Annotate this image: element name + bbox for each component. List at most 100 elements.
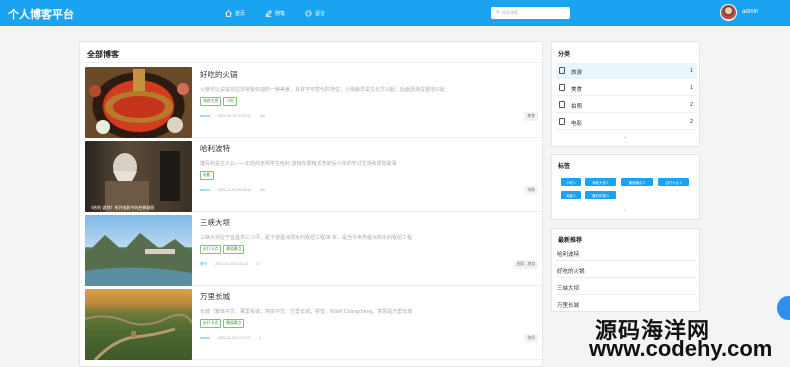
nav-home-label: 首页 — [235, 10, 246, 17]
tag-badge[interactable]: 最值最点 — [223, 245, 245, 254]
edit-icon — [265, 9, 272, 17]
recommend-title: 三峡大坝 — [557, 286, 580, 292]
category-count: 2 — [689, 119, 693, 125]
post-title[interactable]: 万里长城 — [200, 291, 230, 302]
nav-message[interactable]: 留言 — [305, 9, 326, 17]
tag-badge[interactable]: 必打卡点 — [200, 319, 222, 328]
divider — [80, 62, 542, 63]
category-name: 电影 — [571, 121, 583, 127]
post-category[interactable]: 拍照 — [524, 334, 538, 343]
category-name: 拍照 — [571, 104, 583, 110]
nav-message-label: 留言 — [315, 10, 326, 17]
recommend-item[interactable]: 万里长城 — [556, 295, 697, 312]
document-icon — [559, 118, 565, 125]
post-tags: 海底大捞 小吃 — [200, 97, 237, 106]
list-item[interactable]: 好吃的火锅 火锅可以说是现在非常受欢迎的一种美食，具有不可替代的地位，火锅最早是… — [84, 64, 542, 138]
message-icon — [305, 9, 312, 17]
post-author[interactable]: admin — [200, 188, 210, 192]
post-category[interactable]: 电影 — [524, 186, 538, 195]
nav-essay-label: 随笔 — [275, 10, 286, 17]
post-tags: 必打卡点 最值最点 — [200, 319, 245, 328]
tag-badge[interactable]: 电影 — [200, 171, 214, 180]
nav-home[interactable]: 首页 — [225, 9, 246, 17]
post-date: 2022-05-10 20:12:02 — [217, 114, 252, 118]
tag-pill[interactable]: 海底大捞 1 — [585, 178, 616, 186]
post-date: 2022-01-02 21:37:07 — [217, 336, 252, 340]
category-item[interactable]: 电影 2 — [556, 114, 697, 130]
post-meta: 吾兮 2022-01-04 14:21:21 8 — [200, 262, 259, 267]
post-author[interactable]: 吾兮 — [200, 262, 207, 267]
recommend-item[interactable]: 三峡大坝 — [556, 278, 697, 295]
recommend-title: 好吃的火锅 — [557, 269, 585, 275]
search-placeholder: 搜索博客 — [502, 10, 518, 15]
category-panel-title: 分类 — [558, 52, 571, 58]
list-item[interactable]: 《哈利·波特》系列电影中的经典剧照 哈利波特 描写的是主人公——年轻的巫师学生哈… — [84, 138, 542, 212]
post-thumbnail[interactable] — [85, 289, 192, 360]
post-title[interactable]: 三峡大坝 — [200, 217, 230, 228]
hotpot-image — [89, 69, 189, 134]
category-panel: 分类 旅游 1 美食 1 拍照 2 电影 2 ⌄ — [551, 41, 700, 147]
post-thumbnail[interactable]: 《哈利·波特》系列电影中的经典剧照 — [85, 141, 192, 212]
tag-pill[interactable]: 必打卡点 2 — [658, 178, 689, 186]
chevron-down-icon[interactable]: ⌄ — [623, 134, 629, 140]
post-date: 2022-01-04 14:21:21 — [215, 262, 249, 266]
post-author[interactable]: admin — [200, 114, 210, 118]
tag-panel-title: 标签 — [558, 164, 571, 170]
post-tags: 必打卡点 最值最点 — [200, 245, 245, 254]
post-meta: admin 2022-05-10 20:12:02 106 — [200, 114, 265, 118]
tag-badge[interactable]: 小吃 — [223, 97, 237, 106]
document-icon — [559, 67, 565, 74]
post-views: 4 — [259, 336, 262, 340]
recommend-panel-title: 最新推荐 — [558, 238, 583, 244]
post-thumbnail[interactable] — [85, 67, 192, 138]
chevron-down-icon[interactable]: ⌄ — [623, 207, 629, 213]
great-wall-image — [85, 313, 192, 360]
post-category[interactable]: 美食 — [524, 112, 538, 121]
document-icon — [559, 84, 565, 91]
post-title[interactable]: 好吃的火锅 — [200, 69, 238, 80]
avatar[interactable] — [720, 4, 737, 21]
main-nav: 首页 随笔 留言 — [225, 0, 325, 26]
category-count: 1 — [689, 85, 693, 91]
category-item[interactable]: 美食 1 — [556, 80, 697, 96]
post-summary: 长城（繁体中文：萬里長城；简体中文：万里长城；拼音：Wànlǐ Chángché… — [200, 309, 413, 315]
blog-list-panel: 全部博客 好吃的火锅 火锅可以说是现在非常受欢迎的一种美食，具有不可替代的地位，… — [79, 41, 543, 367]
category-count: 1 — [689, 68, 693, 74]
nav-essay[interactable]: 随笔 — [265, 9, 286, 17]
site-brand[interactable]: 个人博客平台 — [8, 6, 74, 22]
recommend-title: 万里长城 — [557, 303, 580, 309]
search-input[interactable]: 搜索博客 — [491, 7, 570, 19]
post-author[interactable]: admin — [200, 336, 210, 340]
tag-pill[interactable]: 最好的场 0 — [585, 191, 616, 199]
category-name: 旅游 — [571, 70, 583, 76]
category-item[interactable]: 旅游 1 — [556, 63, 697, 79]
category-name: 美食 — [571, 87, 583, 93]
post-category[interactable]: 拍照 , 旅游 — [513, 260, 538, 269]
post-date: 2022-01-09 09:44:53 — [217, 188, 252, 192]
recommend-item[interactable]: 好吃的火锅 — [556, 261, 697, 278]
recommend-panel: 最新推荐 哈利波特 好吃的火锅 三峡大坝 万里长城 — [551, 228, 700, 312]
recommend-title: 哈利波特 — [557, 252, 580, 258]
post-views: 180 — [259, 188, 266, 192]
tag-badge[interactable]: 必打卡点 — [200, 245, 222, 254]
tag-pill[interactable]: 电影 1 — [561, 191, 581, 199]
tag-badge[interactable]: 海底大捞 — [200, 97, 222, 106]
post-title[interactable]: 哈利波特 — [200, 143, 230, 154]
username[interactable]: admin — [742, 9, 758, 15]
tag-pill[interactable]: 最值最点 2 — [621, 178, 653, 186]
recommend-item[interactable]: 哈利波特 — [556, 244, 697, 261]
document-icon — [559, 101, 565, 108]
top-navbar: 个人博客平台 首页 随笔 留言 搜索博客 admin — [0, 0, 790, 26]
post-thumbnail[interactable] — [85, 215, 192, 286]
watermark-url: www.codehy.com — [589, 336, 773, 361]
category-count: 2 — [689, 102, 693, 108]
list-item[interactable]: 三峡大坝 三峡大坝位于宜昌市三斗坪，距下游葛洲坝水利枢纽工程38 米，是当今世界… — [84, 212, 542, 286]
category-item[interactable]: 拍照 2 — [556, 97, 697, 113]
post-summary: 三峡大坝位于宜昌市三斗坪，距下游葛洲坝水利枢纽工程38 米，是当今世界最大的水利… — [200, 235, 412, 241]
tag-pill[interactable]: 小吃 1 — [561, 178, 581, 186]
home-icon — [225, 9, 232, 17]
post-tags: 电影 — [200, 171, 214, 180]
post-views: 106 — [259, 114, 266, 118]
tag-badge[interactable]: 最值最点 — [223, 319, 245, 328]
list-item[interactable]: 万里长城 长城（繁体中文：萬里長城；简体中文：万里长城；拼音：Wànlǐ Chá… — [84, 286, 542, 360]
